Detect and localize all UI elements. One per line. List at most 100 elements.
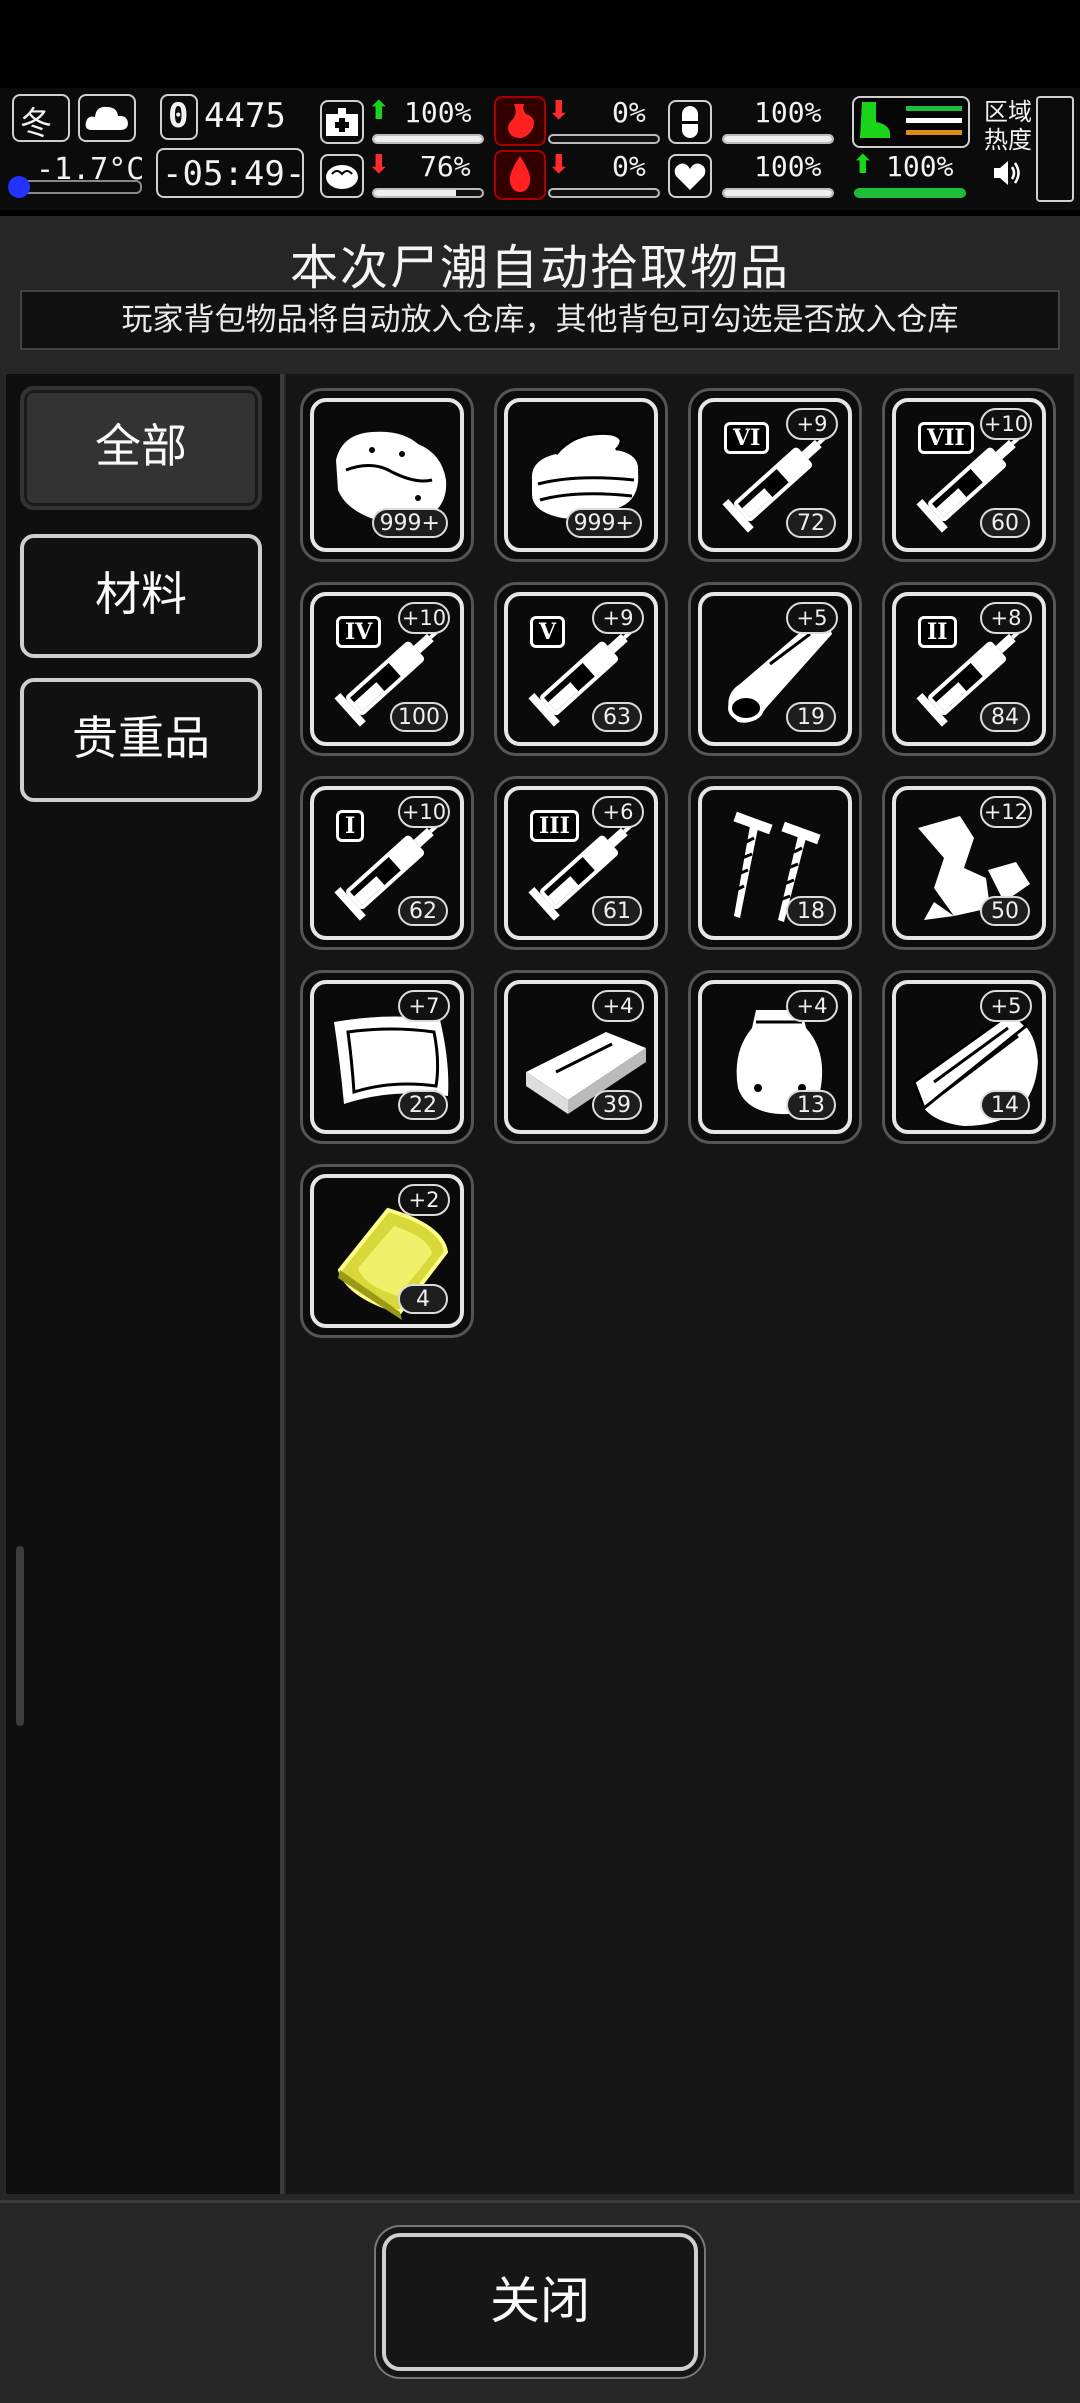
- stat-value: 76%: [420, 150, 471, 183]
- bonus-badge: +7: [398, 990, 450, 1022]
- item-slot[interactable]: +2 4: [300, 1164, 474, 1338]
- stomach-icon: [494, 96, 546, 146]
- zone-heat-label: 区域 热度: [984, 98, 1032, 154]
- item-slot[interactable]: V +9 63: [494, 582, 668, 756]
- close-button[interactable]: 关闭: [382, 2233, 698, 2371]
- item-slot[interactable]: 999+: [300, 388, 474, 562]
- bonus-badge: +5: [786, 602, 838, 634]
- panel-title: 本次尸潮自动拾取物品: [289, 240, 790, 296]
- day-icon: 0: [160, 94, 198, 140]
- item-slot[interactable]: 999+: [494, 388, 668, 562]
- item-slot[interactable]: I +10 62: [300, 776, 474, 950]
- clock-box: -05:49-: [156, 148, 305, 198]
- tab-valuables[interactable]: 贵重品: [20, 678, 262, 802]
- tab-all[interactable]: 全部: [20, 386, 262, 510]
- stamina-bar: [854, 188, 966, 198]
- tier-badge: I: [336, 810, 365, 842]
- item-slot[interactable]: 18: [688, 776, 862, 950]
- bonus-badge: +2: [398, 1184, 450, 1216]
- panel-subtitle: 玩家背包物品将自动放入仓库，其他背包可勾选是否放入仓库: [20, 290, 1060, 350]
- item-frame: IV +10 100: [310, 592, 464, 746]
- stat-value: 100%: [404, 96, 472, 129]
- trend-down-icon: ⬇: [548, 150, 570, 180]
- bonus-badge: +4: [592, 990, 644, 1022]
- bonus-badge: +9: [786, 408, 838, 440]
- auto-pickup-panel: 本次尸潮自动拾取物品 玩家背包物品将自动放入仓库，其他背包可勾选是否放入仓库 全…: [0, 216, 1080, 2400]
- season-label: 冬: [20, 104, 53, 142]
- day-counter: 4475: [204, 96, 286, 136]
- item-slot[interactable]: +5 14: [882, 970, 1056, 1144]
- stamina-value: 100%: [886, 150, 954, 183]
- item-frame: 999+: [504, 398, 658, 552]
- item-frame: V +9 63: [504, 592, 658, 746]
- stat-value: 0%: [612, 150, 646, 183]
- status-bar: 冬 -1.7°C 0 4475 -05:49- ⬆ 100% ⬇ 76% ⬇ 0…: [0, 88, 1080, 210]
- item-count: 999+: [371, 508, 448, 538]
- item-count: 50: [980, 896, 1030, 926]
- item-frame: I +10 62: [310, 786, 464, 940]
- sidebar-scrollbar[interactable]: [16, 1546, 24, 1726]
- tab-materials[interactable]: 材料: [20, 534, 262, 658]
- item-slot[interactable]: VI +9 72: [688, 388, 862, 562]
- item-frame: +7 22: [310, 980, 464, 1134]
- stamina-panel: [852, 96, 970, 148]
- item-slot[interactable]: VII +10 60: [882, 388, 1056, 562]
- item-count: 84: [980, 702, 1030, 732]
- item-frame: II +8 84: [892, 592, 1046, 746]
- item-frame: 999+: [310, 398, 464, 552]
- speaker-icon[interactable]: [990, 156, 1024, 190]
- bonus-badge: +6: [592, 796, 644, 828]
- item-slot[interactable]: +7 22: [300, 970, 474, 1144]
- item-count: 100: [390, 702, 448, 732]
- item-slot[interactable]: IV +10 100: [300, 582, 474, 756]
- trend-down-icon: ⬇: [548, 96, 570, 126]
- bonus-badge: +10: [980, 408, 1032, 440]
- stat-bar: [722, 134, 834, 144]
- item-slot[interactable]: +4 13: [688, 970, 862, 1144]
- trend-up-icon: ⬆: [368, 96, 390, 126]
- item-frame: +12 50: [892, 786, 1046, 940]
- item-frame: +4 13: [698, 980, 852, 1134]
- item-frame: 18: [698, 786, 852, 940]
- bonus-badge: +8: [980, 602, 1032, 634]
- tier-badge: VI: [724, 422, 770, 454]
- item-grid: 999+ 999+ VI +9 72 VII +10 60 IV +10 100 V +9 63 +5 19 I…: [286, 374, 1074, 2194]
- stat-value: 100%: [754, 96, 822, 129]
- item-count: 72: [786, 508, 836, 538]
- item-count: 61: [592, 896, 642, 926]
- heart-icon: [668, 154, 712, 198]
- item-count: 22: [398, 1090, 448, 1120]
- item-count: 60: [980, 508, 1030, 538]
- bonus-badge: +5: [980, 990, 1032, 1022]
- tier-badge: IV: [336, 616, 382, 648]
- item-count: 18: [786, 896, 836, 926]
- item-slot[interactable]: II +8 84: [882, 582, 1056, 756]
- item-frame: VI +9 72: [698, 398, 852, 552]
- zone-heat-meter: [1036, 96, 1074, 202]
- temperature-bar: [12, 180, 142, 194]
- stat-value: 0%: [612, 96, 646, 129]
- blood-drop-icon: [494, 150, 546, 200]
- item-frame: +5 14: [892, 980, 1046, 1134]
- item-count: 13: [786, 1090, 836, 1120]
- tier-badge: V: [530, 616, 566, 648]
- item-frame: III +6 61: [504, 786, 658, 940]
- trend-down-icon: ⬇: [368, 150, 390, 180]
- weather-cloud-icon: [78, 94, 136, 142]
- pill-icon: [668, 100, 712, 144]
- item-slot[interactable]: +12 50: [882, 776, 1056, 950]
- category-sidebar: 全部 材料 贵重品: [6, 374, 284, 2194]
- item-frame: +4 39: [504, 980, 658, 1134]
- item-slot[interactable]: III +6 61: [494, 776, 668, 950]
- tier-badge: III: [530, 810, 579, 842]
- bonus-badge: +4: [786, 990, 838, 1022]
- item-count: 63: [592, 702, 642, 732]
- bonus-badge: +10: [398, 796, 450, 828]
- item-count: 4: [398, 1284, 448, 1314]
- item-slot[interactable]: +4 39: [494, 970, 668, 1144]
- bonus-badge: +12: [980, 796, 1032, 828]
- season-badge: 冬: [12, 94, 70, 142]
- item-slot[interactable]: +5 19: [688, 582, 862, 756]
- stat-bar: [372, 134, 484, 144]
- stat-bar: [722, 188, 834, 198]
